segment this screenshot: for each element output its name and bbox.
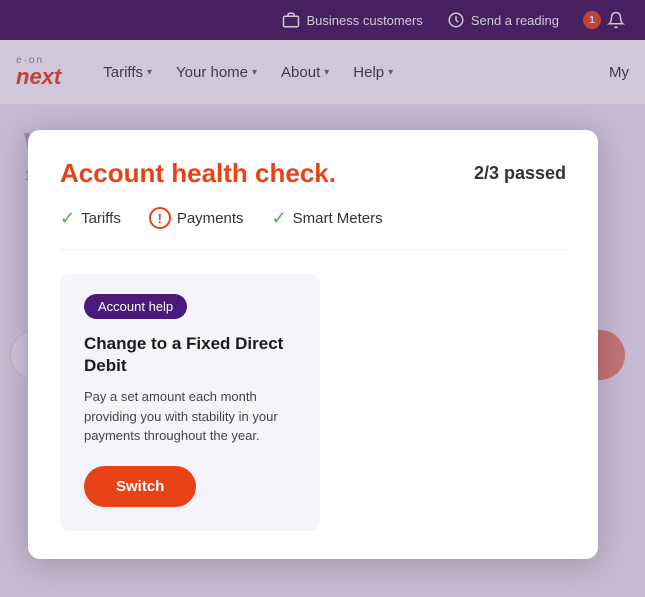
check-item-smart-meters: ✓ Smart Meters xyxy=(272,208,383,229)
switch-button[interactable]: Switch xyxy=(84,466,196,507)
modal-header: Account health check. 2/3 passed xyxy=(60,158,566,189)
payments-check-label: Payments xyxy=(177,210,244,227)
check-item-payments: ! Payments xyxy=(149,207,244,229)
card-title: Change to a Fixed Direct Debit xyxy=(84,333,296,377)
smart-meters-check-label: Smart Meters xyxy=(293,210,383,227)
check-item-tariffs: ✓ Tariffs xyxy=(60,208,121,229)
smart-meters-ok-icon: ✓ xyxy=(272,208,287,229)
modal-passed: 2/3 passed xyxy=(474,163,566,184)
card-badge: Account help xyxy=(84,294,187,319)
health-check-modal: Account health check. 2/3 passed ✓ Tarif… xyxy=(28,130,598,559)
payments-warn-icon: ! xyxy=(149,207,171,229)
account-help-card: Account help Change to a Fixed Direct De… xyxy=(60,274,320,531)
modal-title: Account health check. xyxy=(60,158,336,189)
check-items-row: ✓ Tariffs ! Payments ✓ Smart Meters xyxy=(60,207,566,250)
card-description: Pay a set amount each month providing yo… xyxy=(84,387,296,446)
tariffs-check-label: Tariffs xyxy=(81,210,121,227)
tariffs-ok-icon: ✓ xyxy=(60,208,75,229)
